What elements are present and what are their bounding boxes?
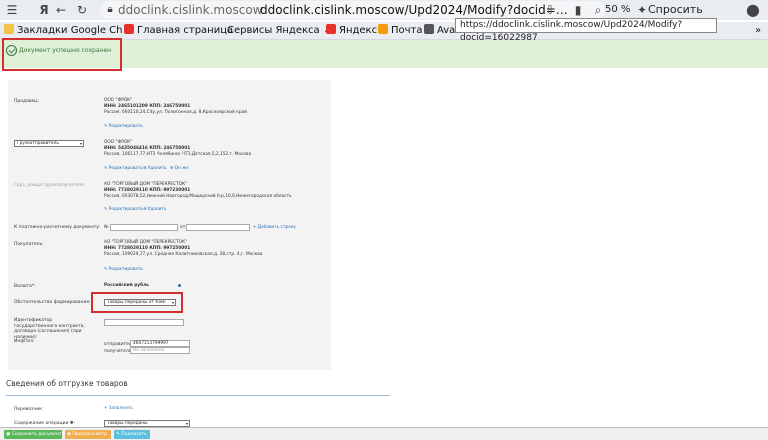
operation-label: Содержание операции ✱: (14, 421, 76, 426)
carrier-label: Перевозчик: (14, 407, 44, 412)
yandex-icon (124, 24, 134, 34)
seller-name: ООО "ФРОК" (104, 98, 133, 103)
download-icon[interactable]: ⇩ (542, 2, 558, 18)
mail-icon (378, 24, 388, 34)
yandex-home-icon[interactable]: Я (36, 2, 52, 18)
trash-icon: ⊗ (143, 166, 147, 171)
carrier-fill-link[interactable]: +Заполнить (104, 406, 133, 411)
consignor-ids: ИНН: 5435046416 КПП: 246750001 (104, 146, 191, 151)
payment-num-prefix: № (104, 225, 109, 230)
buyer-ids: ИНН: 7728029110 КПП: 997250001 (104, 246, 191, 251)
receiver-label: получатель: (104, 349, 134, 354)
consignor-select[interactable]: Грузоотправитель ▾ (14, 140, 84, 147)
preview-button[interactable]: ◉ Предпросмотр (65, 430, 111, 439)
sender-input[interactable]: 4607113799997 (130, 340, 190, 347)
browser-toolbar: ☰ Я ← ↻ 🔒︎ ddoclink.cislink.moscow ddocl… (0, 0, 768, 20)
zoom-icon[interactable]: ⌕ (590, 2, 606, 18)
consignor-edit-link[interactable]: ✎Редактировать (104, 166, 143, 171)
operation-select[interactable]: Товары переданы ▾ (104, 420, 190, 427)
ask-button[interactable]: Спросить (648, 1, 703, 19)
lock-icon: 🔒︎ (107, 4, 113, 15)
payment-doc-label: К платежно-расчетному документу: (14, 225, 101, 230)
save-document-button[interactable]: ▣ Сохранить документ (4, 430, 62, 439)
buyer-label: Покупатель: (14, 242, 44, 247)
gov-contract-input[interactable] (104, 319, 184, 326)
trash-icon: ⊗ (143, 207, 147, 212)
consignee-address: Россия, 603078,52,Нижний Новгород,Мещерс… (104, 194, 292, 199)
add-row-link[interactable]: +Добавить строку (253, 225, 296, 230)
section-divider (6, 395, 390, 396)
plus-icon: + (253, 225, 257, 230)
app-icon (424, 24, 434, 34)
highlight-box (2, 38, 122, 71)
consignor-name: ООО "ФРОК" (104, 140, 133, 145)
payment-number-input[interactable] (110, 224, 178, 231)
bookmark-item[interactable]: Почта (378, 22, 423, 40)
seller-address: Россия, 660110,24,City,ул. Полигонная,д.… (104, 110, 247, 115)
shipping-section-title: Сведения об отгрузке товаров (6, 379, 128, 388)
consignee-delete-link[interactable]: ⊗Удалить (143, 207, 166, 212)
bookmarks-more-icon[interactable]: » (755, 22, 761, 40)
bookmark-item[interactable]: Сервисы Яндекса ⌄ (227, 22, 331, 40)
seller-label: Продавец: (14, 99, 39, 104)
plus-icon: + (104, 406, 108, 411)
consignor-same-link[interactable]: ⊕Он же (170, 166, 189, 171)
pencil-icon: ✎ (104, 207, 108, 212)
plus-icon: ⊕ (170, 166, 174, 171)
currency-label: Валюта*: (14, 284, 36, 289)
consignor-address: Россия, 106117,77,НТЗ Челябинск ЧТЗ,Детс… (104, 152, 252, 157)
payment-date-input[interactable] (186, 224, 250, 231)
alert-text: Документ успешно сохранен (19, 47, 112, 54)
consignee-ids: ИНН: 7728029110 КПП: 997230001 (104, 188, 191, 193)
back-icon[interactable]: ← (53, 2, 69, 18)
profile-icon[interactable]: ⬤ (745, 2, 761, 18)
url-domain: ddoclink.cislink.moscow (118, 3, 263, 17)
chevron-down-icon: ▾ (185, 421, 188, 426)
seller-ids: ИНН: 2465101209 КПП: 246750001 (104, 104, 191, 109)
consignor-delete-link[interactable]: ⊗Удалить (143, 166, 166, 171)
receiver-input[interactable]: Не заполнено (130, 347, 190, 354)
info-field-label: ИнфПол: (14, 339, 35, 344)
sign-button[interactable]: ✎ Подписать (114, 430, 150, 439)
pencil-icon: ✎ (104, 267, 108, 272)
currency-dot-icon (178, 284, 181, 287)
zoom-level[interactable]: 50 % (605, 2, 630, 18)
currency-value[interactable]: Российский рубль (104, 283, 149, 289)
gov-contract-label: Идентификатор государственного контракта… (14, 318, 85, 340)
url-full[interactable]: ddoclink.cislink.moscow/Upd2024/Modify?d… (260, 1, 568, 19)
circumstance-select[interactable]: Товары переданы от Комі ▾ (104, 299, 176, 306)
buyer-edit-link[interactable]: ✎Редактировать (104, 267, 143, 272)
pencil-icon: ✎ (104, 124, 108, 129)
buyer-address: Россия, 109029,77,ул. Средняя Калитников… (104, 252, 263, 257)
bookmark-icon[interactable]: ▮ (570, 2, 586, 18)
url-tooltip: https://ddoclink.cislink.moscow/Upd2024/… (455, 18, 717, 43)
consignee-name: АО "ТОРГОВЫЙ ДОМ "ПЕРЕКРЕСТОК" (104, 182, 188, 187)
pencil-icon: ✎ (104, 166, 108, 171)
folder-icon (4, 24, 14, 34)
reload-icon[interactable]: ↻ (74, 2, 90, 18)
bookmark-item[interactable]: Ava (424, 22, 455, 40)
chevron-down-icon: ▾ (171, 300, 174, 305)
check-circle-icon (6, 45, 17, 56)
chevron-down-icon: ▾ (79, 141, 82, 146)
payment-date-prefix: от (180, 225, 186, 230)
consignee-edit-link[interactable]: ✎Редактировать (104, 207, 143, 212)
bookmark-item[interactable]: Яндекс (326, 22, 377, 40)
buyer-name: АО "ТОРГОВЫЙ ДОМ "ПЕРЕКРЕСТОК" (104, 240, 188, 245)
menu-icon[interactable]: ☰ (4, 2, 20, 18)
circumstance-label: Обстоятельство формирования: (14, 300, 91, 305)
bookmark-item[interactable]: Главная страница (124, 22, 233, 40)
yandex-icon (326, 24, 336, 34)
consignee-label: Груз, улица грузополучателя (14, 183, 84, 188)
seller-edit-link[interactable]: ✎Редактировать (104, 124, 143, 129)
